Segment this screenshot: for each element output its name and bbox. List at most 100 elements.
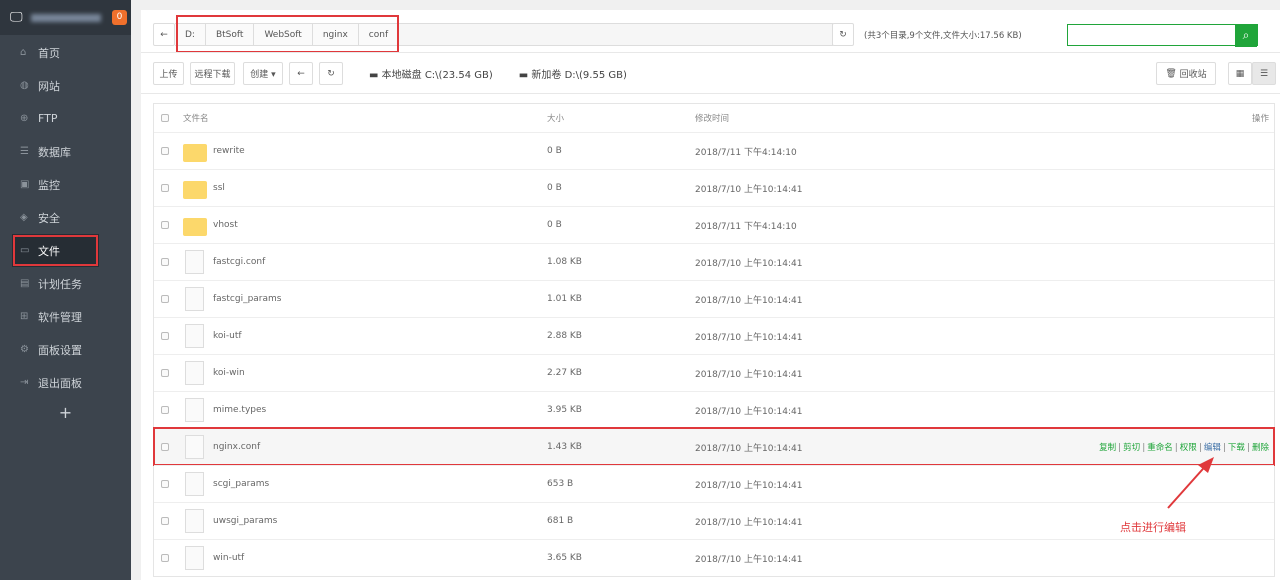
file-name[interactable]: nginx.conf (213, 442, 260, 452)
file-name[interactable]: koi-win (213, 368, 245, 378)
sidebar-item-10[interactable]: ⇥ 退出面板 (0, 366, 131, 399)
sidebar-item-6[interactable]: ▭ 文件 (12, 234, 99, 267)
table-row[interactable]: ssl 0 B 2018/7/10 上午10:14:41 (154, 169, 1274, 206)
table-row[interactable]: fastcgi_params 1.01 KB 2018/7/10 上午10:14… (154, 280, 1274, 317)
file-icon (185, 398, 204, 422)
sidebar-item-1[interactable]: ◍ 网站 (0, 69, 131, 102)
sidebar-item-0[interactable]: ⌂ 首页 (0, 36, 131, 69)
action-4[interactable]: 编辑 (1204, 443, 1221, 453)
action-1[interactable]: 剪切 (1123, 443, 1140, 453)
grid-view-button[interactable]: ▦ (1228, 62, 1252, 85)
file-name[interactable]: rewrite (213, 146, 245, 156)
table-row[interactable]: scgi_params 653 B 2018/7/10 上午10:14:41 (154, 465, 1274, 502)
file-name[interactable]: vhost (213, 220, 238, 230)
list-view-button[interactable]: ☰ (1252, 62, 1276, 85)
sidebar-item-8[interactable]: ⊞ 软件管理 (0, 300, 131, 333)
file-icon (185, 250, 204, 274)
file-name[interactable]: scgi_params (213, 479, 269, 489)
file-icon (185, 324, 204, 348)
sidebar-item-label: 计划任务 (38, 277, 82, 291)
directory-summary: (共3个目录,9个文件,文件大小:17.56 KB) (864, 30, 1022, 41)
row-checkbox[interactable] (161, 406, 169, 414)
sidebar-item-7[interactable]: ▤ 计划任务 (0, 267, 131, 300)
monitor-icon: 🖵 (10, 10, 23, 25)
sidebar-item-3[interactable]: ☰ 数据库 (0, 135, 131, 168)
sidebar-item-5[interactable]: ◈ 安全 (0, 201, 131, 234)
table-row[interactable]: rewrite 0 B 2018/7/11 下午4:14:10 (154, 132, 1274, 169)
breadcrumb-highlight (176, 15, 399, 53)
row-checkbox[interactable] (161, 147, 169, 155)
file-size: 1.43 KB (547, 442, 582, 452)
file-name[interactable]: fastcgi_params (213, 294, 281, 304)
search-icon[interactable]: ⌕ (1235, 24, 1257, 47)
row-checkbox[interactable] (161, 480, 169, 488)
table-row[interactable]: fastcgi.conf 1.08 KB 2018/7/10 上午10:14:4… (154, 243, 1274, 280)
sidebar-item-label: FTP (38, 112, 58, 125)
select-all-checkbox[interactable] (161, 114, 169, 122)
search-input[interactable]: ⌕ (1067, 23, 1258, 47)
row-checkbox[interactable] (161, 369, 169, 377)
modified-time: 2018/7/10 上午10:14:41 (695, 184, 803, 195)
action-5[interactable]: 下载 (1228, 443, 1245, 453)
row-checkbox[interactable] (161, 184, 169, 192)
database-icon: ☰ (20, 146, 29, 157)
row-checkbox[interactable] (161, 258, 169, 266)
row-checkbox[interactable] (161, 221, 169, 229)
logout-icon: ⇥ (20, 377, 29, 388)
row-checkbox[interactable] (161, 554, 169, 562)
sidebar: 🖵 0 ⌂ 首页 ◍ 网站 ⊕ FTP ☰ 数据库 ▣ 监控 ◈ 安全 ▭ 文件 ▤ 计划任务 ⊞ 软件管理 ⚙ 面板… (0, 0, 131, 580)
action-0[interactable]: 复制 (1099, 443, 1116, 453)
file-name[interactable]: ssl (213, 183, 225, 193)
table-row[interactable]: koi-utf 2.88 KB 2018/7/10 上午10:14:41 (154, 317, 1274, 354)
monitor-icon: ▣ (20, 179, 30, 190)
notification-badge[interactable]: 0 (112, 10, 127, 25)
table-row[interactable]: koi-win 2.27 KB 2018/7/10 上午10:14:41 (154, 354, 1274, 391)
file-icon (185, 472, 204, 496)
file-size: 3.65 KB (547, 553, 582, 563)
file-name[interactable]: uwsgi_params (213, 516, 277, 526)
file-size: 681 B (547, 516, 574, 526)
file-name[interactable]: fastcgi.conf (213, 257, 265, 267)
file-name[interactable]: koi-utf (213, 331, 242, 341)
sidebar-item-label: 退出面板 (38, 376, 82, 390)
home-icon: ⌂ (20, 47, 27, 58)
recycle-bin-button[interactable]: 🗑 回收站 (1156, 62, 1216, 85)
sidebar-item-2[interactable]: ⊕ FTP (0, 102, 131, 135)
create-dropdown[interactable]: 创建 ▾ (243, 62, 283, 85)
modified-time: 2018/7/11 下午4:14:10 (695, 147, 797, 158)
back-button-2[interactable]: ← (289, 62, 313, 85)
action-2[interactable]: 重命名 (1147, 443, 1173, 453)
sidebar-item-9[interactable]: ⚙ 面板设置 (0, 333, 131, 366)
disk-d[interactable]: ▬ 新加卷 D:\(9.55 GB) (519, 66, 627, 81)
back-button[interactable]: ← (153, 23, 175, 46)
sidebar-item-4[interactable]: ▣ 监控 (0, 168, 131, 201)
modified-time: 2018/7/10 上午10:14:41 (695, 258, 803, 269)
modified-time: 2018/7/10 上午10:14:41 (695, 406, 803, 417)
sidebar-item-label: 数据库 (38, 145, 71, 159)
remote-download-button[interactable]: 远程下载 (190, 62, 235, 85)
row-checkbox[interactable] (161, 332, 169, 340)
table-row[interactable]: win-utf 3.65 KB 2018/7/10 上午10:14:41 (154, 539, 1274, 576)
row-checkbox[interactable] (161, 443, 169, 451)
table-row[interactable]: uwsgi_params 681 B 2018/7/10 上午10:14:41 (154, 502, 1274, 539)
sidebar-item-label: 软件管理 (38, 310, 82, 324)
row-checkbox[interactable] (161, 295, 169, 303)
table-row[interactable]: vhost 0 B 2018/7/11 下午4:14:10 (154, 206, 1274, 243)
disk-c[interactable]: ▬ 本地磁盘 C:\(23.54 GB) (369, 66, 493, 81)
refresh-button-2[interactable]: ↻ (319, 62, 343, 85)
table-header: 文件名 大小 修改时间 操作 (154, 104, 1274, 132)
row-actions: 复制 | 剪切 | 重命名 | 权限 | 编辑 | 下载 | 删除 (1099, 443, 1269, 453)
action-6[interactable]: 删除 (1252, 443, 1269, 453)
modified-time: 2018/7/10 上午10:14:41 (695, 480, 803, 491)
apps-icon: ⊞ (20, 311, 29, 322)
add-icon[interactable]: + (0, 403, 131, 422)
table-row[interactable]: mime.types 3.95 KB 2018/7/10 上午10:14:41 (154, 391, 1274, 428)
row-checkbox[interactable] (161, 517, 169, 525)
refresh-button[interactable]: ↻ (832, 23, 854, 46)
upload-button[interactable]: 上传 (153, 62, 184, 85)
action-3[interactable]: 权限 (1180, 443, 1197, 453)
file-name[interactable]: win-utf (213, 553, 244, 563)
file-name[interactable]: mime.types (213, 405, 266, 415)
folder-icon (183, 180, 207, 199)
table-row[interactable]: nginx.conf 1.43 KB 2018/7/10 上午10:14:41 复… (153, 427, 1275, 466)
